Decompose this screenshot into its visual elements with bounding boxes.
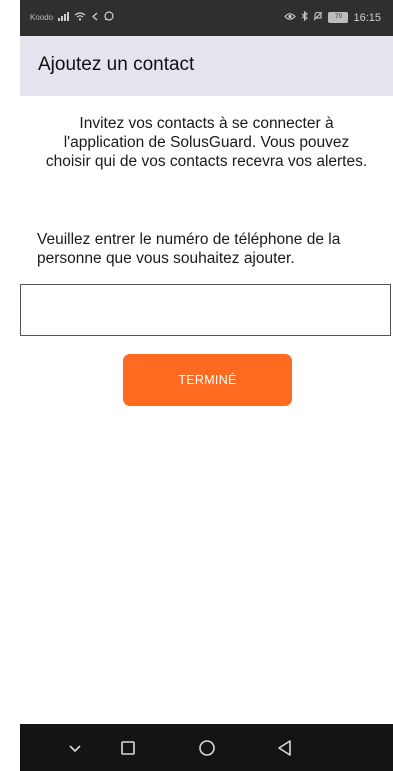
instruction-text: Veuillez entrer le numéro de téléphone d… (37, 231, 341, 267)
signal-icon (58, 11, 70, 24)
battery-icon: 70 (328, 12, 349, 23)
back-icon[interactable] (273, 736, 297, 760)
home-icon[interactable] (195, 736, 219, 760)
phone-number-input[interactable] (20, 284, 391, 336)
status-left: Koodo (30, 11, 114, 24)
hide-keyboard-icon[interactable] (63, 736, 87, 760)
wifi-icon (74, 11, 86, 24)
carrier-label: Koodo (30, 13, 54, 22)
cast-icon (91, 12, 99, 24)
navigation-bar (20, 724, 393, 771)
page-title: Ajoutez un contact (38, 54, 195, 75)
whatsapp-icon (104, 11, 114, 24)
clock: 16:15 (353, 11, 381, 24)
done-button[interactable]: TERMINÉ (123, 354, 292, 406)
recents-icon[interactable] (116, 736, 140, 760)
mute-icon (313, 11, 323, 24)
intro-text: Invitez vos contacts à se connecter à l'… (45, 115, 368, 170)
bluetooth-icon (301, 10, 309, 24)
app-screen: Koodo 70 16:15 Ajoutez un contact Invite… (20, 0, 393, 771)
status-bar: Koodo 70 16:15 (20, 0, 393, 36)
app-header: Ajoutez un contact (20, 36, 393, 96)
status-right: 70 16:15 (284, 10, 381, 24)
eye-icon (284, 12, 297, 24)
